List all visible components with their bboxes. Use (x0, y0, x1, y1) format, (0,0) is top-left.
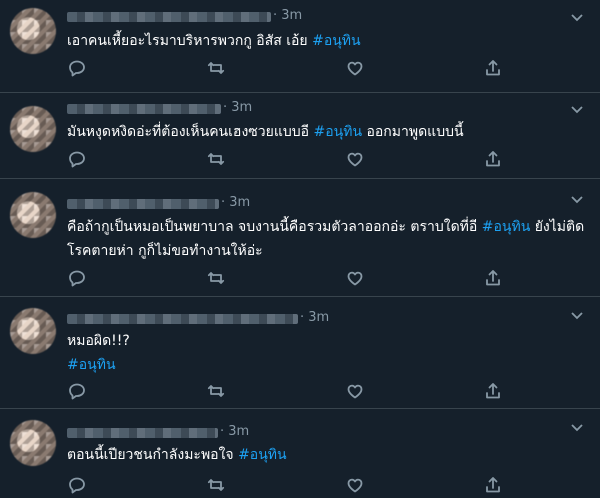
tweet-2: · 3m มันหงุดหงิดอ่ะที่ต้องเห็นคนเฮงซวยแบ… (0, 92, 600, 179)
retweet-icon[interactable] (207, 150, 227, 170)
share-icon[interactable] (484, 382, 504, 402)
tweet-actions (67, 476, 527, 496)
reply-icon[interactable] (68, 382, 88, 402)
like-icon[interactable] (346, 476, 366, 496)
avatar[interactable] (10, 308, 56, 354)
reply-icon[interactable] (68, 150, 88, 170)
blurred-username[interactable] (67, 12, 271, 22)
tweet-5: · 3m ตอนนี้เปียวชนกำลังมะพอใจ #อนุทิน (0, 408, 600, 498)
tweet-time[interactable]: · 3m (221, 195, 250, 210)
tweet-body: หมอผิด!!? (67, 333, 130, 349)
chevron-down-icon[interactable] (570, 192, 584, 206)
avatar[interactable] (10, 8, 56, 54)
retweet-icon[interactable] (207, 382, 227, 402)
tweet-body: เอาคนเหี้ยอะไรมาบริหารพวกกู อิสัส เอ้ย (67, 33, 313, 49)
reply-icon[interactable] (68, 59, 88, 79)
tweet-text: คือถ้ากูเป็นหมอเป็นพยาบาล จบงานนี้คือรวม… (67, 215, 586, 263)
tweet-time[interactable]: · 3m (223, 100, 252, 115)
chevron-down-icon[interactable] (570, 308, 584, 322)
like-icon[interactable] (346, 59, 366, 79)
like-icon[interactable] (346, 269, 366, 289)
tweet-body: คือถ้ากูเป็นหมอเป็นพยาบาล จบงานนี้คือรวม… (67, 219, 482, 235)
tweet-body-after: ออกมาพูดแบบนี้ (362, 124, 464, 140)
hashtag-link[interactable]: #อนุทิน (314, 124, 363, 140)
reply-icon[interactable] (68, 476, 88, 496)
tweet-3: · 3m คือถ้ากูเป็นหมอเป็นพยาบาล จบงานนี้ค… (0, 178, 600, 297)
chevron-down-icon[interactable] (570, 10, 584, 24)
reply-icon[interactable] (68, 269, 88, 289)
tweet-actions (67, 150, 527, 170)
tweet-body: มันหงุดหงิดอ่ะที่ต้องเห็นคนเฮงซวยแบบอี (67, 124, 314, 140)
tweet-actions (67, 382, 527, 402)
tweet-text: หมอผิด!!? #อนุทิน (67, 329, 586, 377)
share-icon[interactable] (484, 269, 504, 289)
blurred-username[interactable] (67, 314, 298, 324)
avatar[interactable] (10, 420, 56, 466)
share-icon[interactable] (484, 150, 504, 170)
tweet-actions (67, 269, 527, 289)
tweet-1: · 3m เอาคนเหี้ยอะไรมาบริหารพวกกู อิสัส เ… (0, 0, 600, 93)
tweet-body: ตอนนี้เปียวชนกำลังมะพอใจ (67, 447, 239, 463)
tweet-text: มันหงุดหงิดอ่ะที่ต้องเห็นคนเฮงซวยแบบอี #… (67, 120, 586, 144)
share-icon[interactable] (484, 59, 504, 79)
hashtag-link[interactable]: #อนุทิน (238, 447, 287, 463)
retweet-icon[interactable] (207, 476, 227, 496)
blurred-username[interactable] (67, 428, 218, 438)
hashtag-link[interactable]: #อนุทิน (67, 353, 586, 377)
blurred-username[interactable] (67, 104, 221, 114)
tweet-text: เอาคนเหี้ยอะไรมาบริหารพวกกู อิสัส เอ้ย #… (67, 29, 586, 53)
like-icon[interactable] (346, 382, 366, 402)
like-icon[interactable] (346, 150, 366, 170)
hashtag-link[interactable]: #อนุทิน (312, 33, 361, 49)
avatar[interactable] (10, 192, 56, 238)
tweet-time[interactable]: · 3m (220, 424, 249, 439)
tweet-actions (67, 59, 527, 79)
retweet-icon[interactable] (207, 59, 227, 79)
hashtag-link[interactable]: #อนุทิน (482, 219, 531, 235)
retweet-icon[interactable] (207, 269, 227, 289)
tweet-time[interactable]: · 3m (273, 8, 302, 23)
chevron-down-icon[interactable] (570, 420, 584, 434)
tweet-time[interactable]: · 3m (300, 310, 329, 325)
share-icon[interactable] (484, 476, 504, 496)
tweet-text: ตอนนี้เปียวชนกำลังมะพอใจ #อนุทิน (67, 443, 586, 467)
blurred-username[interactable] (67, 199, 219, 209)
avatar[interactable] (10, 106, 56, 152)
chevron-down-icon[interactable] (570, 102, 584, 116)
tweet-4: · 3m หมอผิด!!? #อนุทิน (0, 296, 600, 409)
